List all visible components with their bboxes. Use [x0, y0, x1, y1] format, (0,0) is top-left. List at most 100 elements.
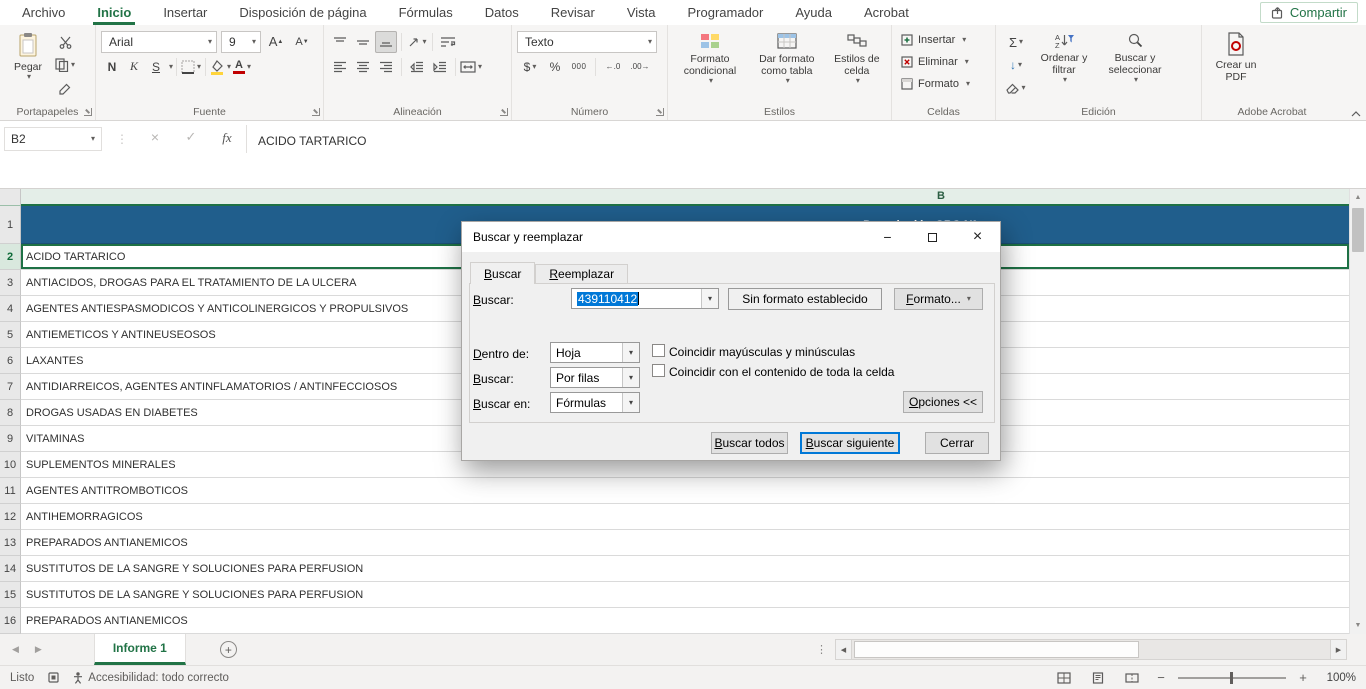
borders-button[interactable]: ▾	[180, 56, 202, 78]
scroll-down-icon[interactable]: ▼	[1350, 617, 1366, 634]
ribbon-tab[interactable]: Datos	[469, 0, 535, 25]
look-in-select[interactable]: Fórmulas ▾	[550, 392, 640, 413]
cancel-icon[interactable]: ×	[142, 129, 168, 145]
underline-button[interactable]: S	[145, 56, 167, 78]
grid-cell[interactable]: ANTIHEMORRAGICOS	[21, 504, 1349, 530]
bold-button[interactable]: N	[101, 56, 123, 78]
row-header[interactable]: 4	[0, 296, 21, 322]
row-header[interactable]: 9	[0, 426, 21, 452]
match-entire-cell-label[interactable]: Coincidir con el contenido de toda la ce…	[669, 365, 894, 379]
normal-view-button[interactable]	[1052, 668, 1076, 688]
direction-select[interactable]: Por filas ▾	[550, 367, 640, 388]
row-header[interactable]: 6	[0, 348, 21, 374]
row-header[interactable]: 14	[0, 556, 21, 582]
next-sheet-icon[interactable]: ▶	[35, 644, 42, 655]
font-family-select[interactable]: Arial▾	[101, 31, 217, 53]
zoom-in-button[interactable]: +	[1296, 670, 1310, 685]
ribbon-tab[interactable]: Revisar	[535, 0, 611, 25]
increase-indent-button[interactable]	[429, 56, 451, 78]
row-header[interactable]: 11	[0, 478, 21, 504]
alignment-dialog-launcher-icon[interactable]	[500, 108, 508, 116]
sort-filter-button[interactable]: AZ Ordenar y filtrar ▾	[1031, 29, 1097, 103]
font-size-select[interactable]: 9▾	[221, 31, 261, 53]
grid-cell[interactable]: PREPARADOS ANTIANEMICOS	[21, 530, 1349, 556]
row-header[interactable]: 8	[0, 400, 21, 426]
row-header[interactable]: 1	[0, 206, 21, 244]
grid-cell[interactable]: PREPARADOS ANTIANEMICOS	[21, 608, 1349, 634]
conditional-formatting-button[interactable]: Formato condicional ▾	[673, 29, 747, 103]
cell-styles-button[interactable]: Estilos de celda ▾	[827, 29, 887, 103]
row-header[interactable]: 5	[0, 322, 21, 348]
ribbon-tab[interactable]: Programador	[672, 0, 780, 25]
create-pdf-button[interactable]: Crear un PDF	[1207, 29, 1265, 103]
tab-buscar[interactable]: Buscar	[470, 262, 535, 284]
drag-handle-icon[interactable]: ⋮	[116, 132, 128, 146]
formula-input[interactable]: ACIDO TARTARICO	[258, 134, 366, 148]
merge-center-button[interactable]: ▾	[460, 56, 482, 78]
combo-arrow-icon[interactable]: ▾	[701, 289, 718, 308]
enter-check-icon[interactable]: ✓	[178, 129, 204, 145]
font-color-button[interactable]: A▾	[231, 56, 253, 78]
share-button[interactable]: Compartir	[1260, 2, 1358, 23]
combo-arrow-icon[interactable]: ▾	[622, 343, 639, 362]
scroll-left-icon[interactable]: ◀	[835, 639, 852, 660]
vertical-scrollbar[interactable]: ▲ ▼	[1349, 189, 1366, 634]
row-header[interactable]: 15	[0, 582, 21, 608]
ribbon-tab[interactable]: Disposición de página	[223, 0, 382, 25]
find-all-button[interactable]: Buscar todos	[711, 432, 788, 454]
row-header[interactable]: 12	[0, 504, 21, 530]
minimize-icon[interactable]: −	[865, 222, 910, 252]
orientation-button[interactable]: ▾	[406, 31, 428, 53]
select-all-corner[interactable]	[0, 189, 21, 206]
tab-reemplazar[interactable]: Reemplazar	[535, 264, 628, 283]
zoom-level[interactable]: 100%	[1320, 672, 1356, 684]
align-middle-button[interactable]	[352, 31, 374, 53]
previous-sheet-icon[interactable]: ◀	[12, 644, 19, 655]
format-cells-button[interactable]: Formato ▾	[897, 73, 991, 95]
find-what-input[interactable]: 439110412 ▾	[571, 288, 719, 309]
number-dialog-launcher-icon[interactable]	[656, 108, 664, 116]
ribbon-tab[interactable]: Vista	[611, 0, 672, 25]
number-format-select[interactable]: Texto▾	[517, 31, 657, 53]
insert-cells-button[interactable]: Insertar ▾	[897, 29, 991, 51]
font-dialog-launcher-icon[interactable]	[312, 108, 320, 116]
find-next-button[interactable]: Buscar siguiente	[800, 432, 900, 454]
splitter-handle-icon[interactable]: ⋮	[816, 643, 827, 656]
clear-button[interactable]: ▾	[1001, 77, 1031, 99]
italic-button[interactable]: K	[123, 56, 145, 78]
ribbon-tab[interactable]: Acrobat	[848, 0, 925, 25]
options-button[interactable]: Opciones <<	[903, 391, 983, 413]
currency-format-button[interactable]: $▾	[517, 56, 543, 78]
align-top-button[interactable]	[329, 31, 351, 53]
ribbon-tab[interactable]: Fórmulas	[383, 0, 469, 25]
ribbon-tab[interactable]: Insertar	[147, 0, 223, 25]
dialog-title-bar[interactable]: Buscar y reemplazar − ×	[462, 222, 1000, 252]
increase-decimal-button[interactable]: ←.0	[600, 56, 626, 78]
grid-cell[interactable]: SUSTITUTOS DE LA SANGRE Y SOLUCIONES PAR…	[21, 556, 1349, 582]
decrease-decimal-button[interactable]: .00→	[627, 56, 653, 78]
combo-arrow-icon[interactable]: ▾	[622, 393, 639, 412]
accessibility-status[interactable]: Accesibilidad: todo correcto	[73, 672, 229, 684]
copy-button[interactable]: ▾	[54, 54, 76, 76]
row-header[interactable]: 2	[0, 244, 21, 270]
zoom-slider[interactable]	[1178, 677, 1286, 679]
paste-button[interactable]: Pegar ▾	[5, 29, 51, 99]
maximize-icon[interactable]	[910, 222, 955, 252]
delete-cells-button[interactable]: Eliminar ▾	[897, 51, 991, 73]
align-left-button[interactable]	[329, 56, 351, 78]
clipboard-dialog-launcher-icon[interactable]	[84, 108, 92, 116]
match-case-label[interactable]: Coincidir mayúsculas y minúsculas	[669, 345, 855, 359]
name-box[interactable]: B2▾	[4, 127, 102, 151]
match-entire-cell-checkbox[interactable]	[652, 364, 665, 377]
insert-function-icon[interactable]: fx	[214, 130, 240, 146]
grid-cell[interactable]: SUSTITUTOS DE LA SANGRE Y SOLUCIONES PAR…	[21, 582, 1349, 608]
format-as-table-button[interactable]: Dar formato como tabla ▾	[747, 29, 827, 103]
align-center-button[interactable]	[352, 56, 374, 78]
format-button[interactable]: Formato... ▾	[894, 288, 983, 310]
within-select[interactable]: Hoja ▾	[550, 342, 640, 363]
new-sheet-button[interactable]: +	[220, 641, 237, 658]
cut-button[interactable]	[54, 31, 76, 53]
decrease-indent-button[interactable]	[406, 56, 428, 78]
column-header-B[interactable]: B	[21, 189, 1349, 206]
autosum-button[interactable]: Σ▾	[1001, 31, 1031, 53]
